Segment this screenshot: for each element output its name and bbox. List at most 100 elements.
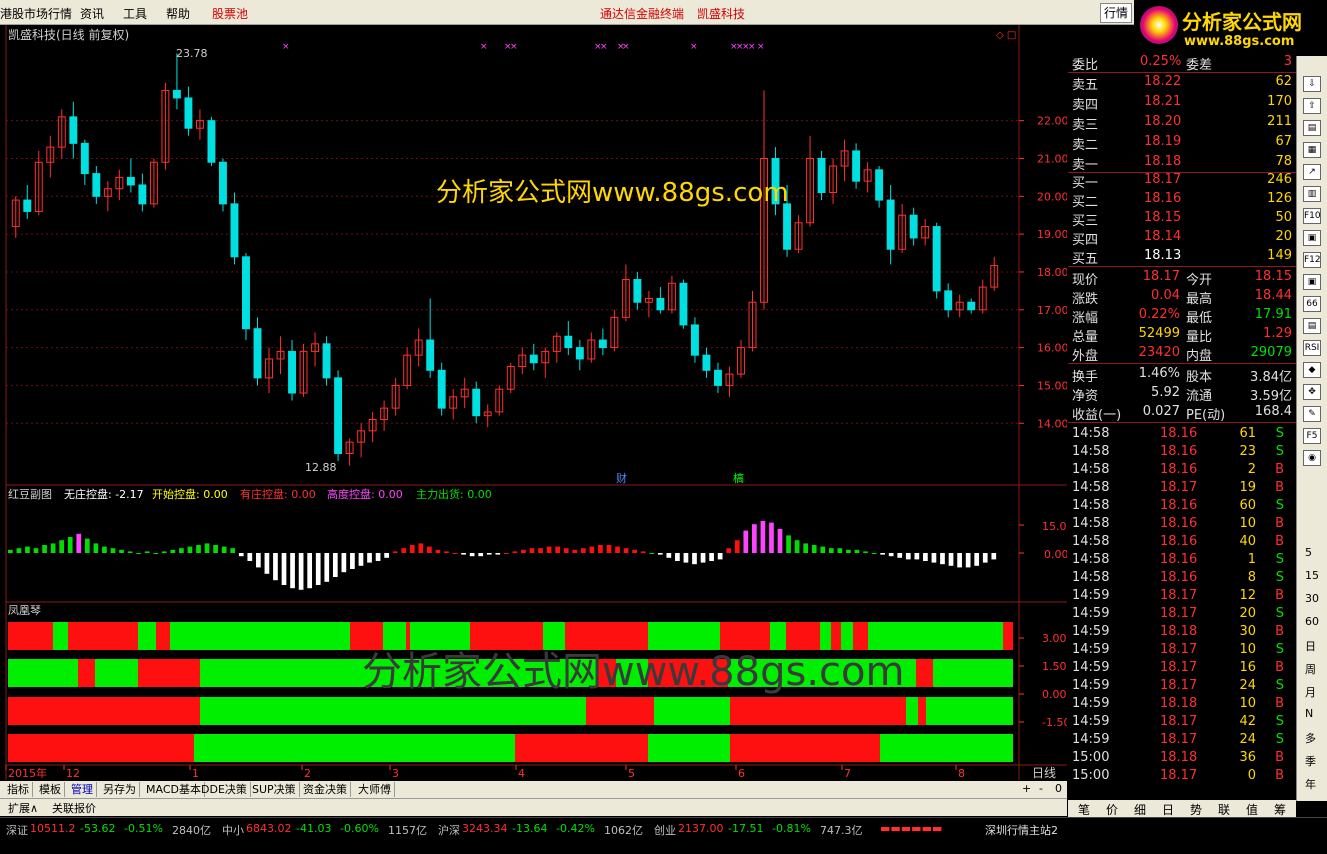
indicator1-bar bbox=[957, 553, 962, 568]
tick-side: B bbox=[1275, 696, 1284, 711]
tab-manage[interactable]: 管理 bbox=[68, 782, 97, 797]
tick-side: S bbox=[1275, 498, 1284, 513]
indicator1-bar bbox=[598, 545, 603, 553]
stat-label: 净资 bbox=[1072, 389, 1099, 404]
server-label[interactable]: 深圳行情主站2 bbox=[985, 822, 1058, 838]
toolbar-icon[interactable]: 66 bbox=[1303, 296, 1321, 312]
stat-row: 总量 52499 量比 1.29 bbox=[1068, 326, 1296, 345]
toolbar-icon[interactable]: ⇩ bbox=[1303, 76, 1321, 92]
period-shortcut[interactable]: 5 bbox=[1305, 546, 1312, 559]
indicator1-bar bbox=[153, 553, 159, 554]
chart-area[interactable]: 凯盛科技(日线 前复权) ◇ □ 22.0021.0020.0019.0018.… bbox=[0, 25, 1067, 785]
expand-button[interactable]: 扩展∧ bbox=[8, 800, 38, 816]
indicator1-bar bbox=[615, 546, 620, 553]
tab-template[interactable]: 模板 bbox=[36, 782, 65, 797]
period-shortcut[interactable]: 多 bbox=[1305, 730, 1316, 746]
period-shortcut[interactable]: N bbox=[1305, 707, 1313, 720]
menu-item-tools[interactable]: 工具 bbox=[123, 5, 147, 22]
event-label-gao[interactable]: 槁 bbox=[733, 471, 744, 485]
quote-tab-3[interactable]: 日 bbox=[1162, 801, 1174, 818]
quote-tab-6[interactable]: 值 bbox=[1246, 801, 1258, 818]
toolbar-icon[interactable]: ▣ bbox=[1303, 230, 1321, 246]
menu-item-market[interactable]: 港股市场行情 bbox=[0, 5, 72, 22]
indicator1-bar bbox=[350, 553, 355, 569]
indicator1-bar bbox=[298, 553, 304, 590]
menu-item-help[interactable]: 帮助 bbox=[166, 5, 190, 22]
period-shortcut[interactable]: 15 bbox=[1305, 569, 1319, 582]
candle-body bbox=[126, 176, 135, 186]
toolbar-icon[interactable]: ◆ bbox=[1303, 362, 1321, 378]
toolbar-icon[interactable]: ◉ bbox=[1303, 450, 1321, 466]
period-shortcut[interactable]: 60 bbox=[1305, 615, 1319, 628]
indicator1-bar bbox=[427, 546, 432, 553]
reset-button[interactable]: 0 bbox=[1055, 782, 1062, 795]
band-segment bbox=[933, 659, 1013, 687]
tab-master[interactable]: 大师傅 bbox=[355, 782, 395, 797]
stat-label: 涨幅 bbox=[1072, 311, 1099, 326]
period-shortcut[interactable]: 月 bbox=[1305, 684, 1316, 700]
tick-time: 14:59 bbox=[1072, 624, 1110, 639]
period-shortcut[interactable]: 季 bbox=[1305, 753, 1316, 769]
menu-item-news[interactable]: 资讯 bbox=[80, 5, 104, 22]
tab-sup[interactable]: SUP决策 bbox=[249, 782, 300, 797]
toolbar-icon[interactable]: ▦ bbox=[1303, 142, 1321, 158]
period-shortcut[interactable]: 年 bbox=[1305, 776, 1316, 792]
indicator1-bar bbox=[734, 540, 740, 553]
toolbar-icon[interactable]: RSI bbox=[1303, 340, 1321, 356]
toolbar-icon[interactable]: ▤ bbox=[1303, 318, 1321, 334]
bid-row: 买五 18.13 149 bbox=[1068, 248, 1296, 267]
ask-label: 卖二 bbox=[1072, 138, 1099, 153]
quote-tab-5[interactable]: 联 bbox=[1218, 801, 1230, 818]
tick-side: B bbox=[1275, 480, 1284, 495]
tab-save-as[interactable]: 另存为 bbox=[100, 782, 140, 797]
toolbar-icon[interactable]: F5 bbox=[1303, 428, 1321, 444]
zoom-in-button[interactable]: + bbox=[1022, 782, 1031, 795]
toolbar-icon[interactable]: ✥ bbox=[1303, 384, 1321, 400]
quote-tab-1[interactable]: 价 bbox=[1106, 801, 1118, 818]
tick-volume: 0 bbox=[1247, 768, 1256, 783]
wb-label: 委比 bbox=[1072, 58, 1099, 73]
toolbar-icon[interactable]: F10 bbox=[1303, 208, 1321, 224]
band-segment bbox=[406, 622, 410, 650]
period-shortcut[interactable]: 30 bbox=[1305, 592, 1319, 605]
quote-tab[interactable]: 行情 bbox=[1100, 3, 1132, 23]
x-tick-label: 12 bbox=[66, 767, 80, 780]
watermark-lower: 分析家公式网www.88gs.com bbox=[362, 649, 904, 695]
ask-row: 卖三 18.20 211 bbox=[1068, 114, 1296, 133]
stat-value: 29079 bbox=[1250, 345, 1292, 360]
x-tick-label: 4 bbox=[518, 767, 525, 780]
event-label-finance[interactable]: 财 bbox=[616, 471, 627, 485]
quote-tab-4[interactable]: 势 bbox=[1190, 801, 1202, 818]
tab-fund[interactable]: 资金决策 bbox=[300, 782, 351, 797]
indicator1-bar bbox=[324, 553, 330, 582]
period-shortcut[interactable]: 周 bbox=[1305, 661, 1316, 677]
tick-row: 14:59 18.18 30 B bbox=[1068, 624, 1296, 642]
toolbar-icon[interactable]: ▥ bbox=[1303, 186, 1321, 202]
toolbar-icon[interactable]: F12 bbox=[1303, 252, 1321, 268]
quote-tab-0[interactable]: 笔 bbox=[1078, 801, 1090, 818]
period-shortcut[interactable]: 日 bbox=[1305, 638, 1316, 654]
quote-tab-2[interactable]: 细 bbox=[1134, 801, 1146, 818]
indicator1-bar bbox=[572, 549, 578, 553]
zoom-out-button[interactable]: - bbox=[1039, 782, 1043, 795]
chart-corner-icon[interactable]: ◇ □ bbox=[996, 30, 1016, 41]
toolbar-icon[interactable]: ↗ bbox=[1303, 164, 1321, 180]
tab-macd[interactable]: MACD基本 bbox=[143, 782, 205, 797]
toolbar-icon[interactable]: ▤ bbox=[1303, 120, 1321, 136]
tab-indicator[interactable]: 指标 bbox=[4, 782, 33, 797]
quote-tab-7[interactable]: 筹 bbox=[1274, 801, 1286, 818]
candle-body bbox=[253, 328, 262, 379]
index-quote-cell: -0.51% bbox=[124, 822, 163, 835]
toolbar-icon[interactable]: ⇧ bbox=[1303, 98, 1321, 114]
tick-volume: 30 bbox=[1239, 624, 1256, 639]
period-label[interactable]: 日线 bbox=[1032, 766, 1056, 780]
related-quote-button[interactable]: 关联报价 bbox=[52, 800, 96, 816]
tick-row: 14:59 18.17 20 S bbox=[1068, 606, 1296, 624]
toolbar-icon[interactable]: ✎ bbox=[1303, 406, 1321, 422]
menu-item-stock-pool[interactable]: 股票池 bbox=[212, 5, 248, 22]
ask-volume: 67 bbox=[1275, 134, 1292, 149]
tab-dde[interactable]: DDE决策 bbox=[198, 782, 251, 797]
toolbar-icon[interactable]: ▣ bbox=[1303, 274, 1321, 290]
indicator1-bars bbox=[8, 521, 1024, 590]
indicator1-bar bbox=[170, 549, 176, 553]
